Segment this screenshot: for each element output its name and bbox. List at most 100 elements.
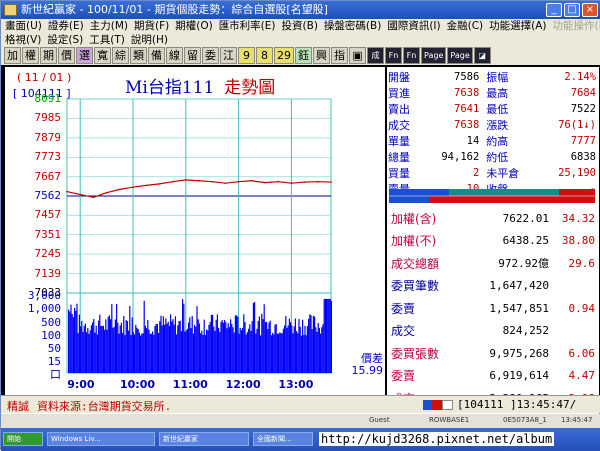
quote-row: 買量 2 未平倉 25,190: [387, 165, 597, 181]
menu-item-1[interactable]: 證券(E): [48, 19, 84, 33]
maximize-button[interactable]: □: [564, 3, 580, 17]
taskbar-button-3[interactable]: 全國新聞...: [253, 432, 313, 446]
toolbar-button-0[interactable]: 加: [4, 46, 21, 64]
toolbar-button-13[interactable]: 9: [238, 46, 255, 64]
volume-bar: [150, 333, 152, 373]
menu-item-6[interactable]: 投資(B): [282, 19, 318, 33]
menu-item-5[interactable]: 匯市利率(E): [219, 19, 276, 33]
volume-bar: [297, 333, 299, 373]
menu-item-4[interactable]: 期權(O): [175, 19, 212, 33]
toolbar-button-15[interactable]: 29: [274, 46, 294, 64]
stats-value: 824,252: [502, 324, 549, 338]
y-tick-label: 7351: [34, 227, 62, 241]
volume-bar: [110, 319, 112, 373]
quote-label: 買量: [388, 167, 410, 180]
volume-bar: [214, 330, 216, 373]
toolbar-button-18[interactable]: 指: [331, 46, 348, 64]
toolbar-button-6[interactable]: 綜: [112, 46, 129, 64]
volume-bar: [207, 330, 209, 373]
taskbar-button-0[interactable]: 開始: [3, 432, 43, 446]
taskbar-button-2[interactable]: 新世紀贏家: [159, 432, 249, 446]
volume-bar: [117, 322, 119, 373]
toolbar-button-1[interactable]: 權: [22, 46, 39, 64]
volume-bar: [249, 324, 251, 373]
volume-bar: [114, 319, 116, 373]
price-point: [92, 196, 95, 199]
toolbar: 加權期價選寬綜類備線留委江 9 8 29 鈺興指 ▣ 成 Fn Fn Page Page ◪: [1, 45, 600, 65]
quote-row: 買進 7638 最高 7684: [387, 85, 597, 101]
menu-item-2[interactable]: 主力(M): [90, 19, 128, 33]
toolbar-button-14[interactable]: 8: [256, 46, 273, 64]
menu-item-8[interactable]: 國際資訊(I): [387, 19, 440, 33]
toolbar-button-4[interactable]: 選: [76, 46, 93, 64]
quote-label: 買進: [388, 87, 410, 100]
volume-bar: [299, 326, 301, 373]
volume-bar: [69, 311, 71, 373]
menu-item-9[interactable]: 金融(C): [447, 19, 484, 33]
toolbar-button-9[interactable]: 線: [166, 46, 183, 64]
toolbar-button-7[interactable]: 類: [130, 46, 147, 64]
toolbar-button-16[interactable]: 鈺: [295, 46, 312, 64]
volume-bar: [167, 321, 169, 373]
stats-label: 委買筆數: [391, 279, 440, 294]
volume-bar: [269, 320, 271, 373]
minimize-button[interactable]: _: [546, 3, 562, 17]
toolbar-button-11[interactable]: 委: [202, 46, 219, 64]
volume-bar: [309, 314, 311, 373]
toolbar-button-20[interactable]: 成: [367, 46, 384, 64]
toolbar-button-3[interactable]: 價: [58, 46, 75, 64]
volume-bar: [262, 319, 264, 373]
toolbar-button-19[interactable]: ▣: [349, 46, 366, 64]
menu-item-7[interactable]: 操盤密碼(B): [324, 19, 381, 33]
volume-bar: [76, 303, 78, 373]
volume-bar: [209, 321, 211, 373]
app-icon: [4, 4, 17, 16]
menu-item-10[interactable]: 功能選擇(A): [489, 19, 546, 33]
volume-bar: [256, 328, 258, 373]
volume-bar: [318, 328, 320, 373]
volume-bar: [264, 322, 266, 373]
volume-bar: [219, 332, 221, 373]
volume-bar: [311, 328, 313, 373]
toolbar-button-17[interactable]: 興: [313, 46, 330, 64]
volume-bar: [158, 332, 160, 373]
price-point: [171, 180, 174, 183]
toolbar-button-8[interactable]: 備: [148, 46, 165, 64]
mode-label[interactable]: 精誠: [7, 398, 29, 414]
toolbar-button-10[interactable]: 留: [184, 46, 201, 64]
volume-bar: [84, 323, 86, 373]
volume-bar: [183, 303, 185, 373]
toolbar-button-5[interactable]: 寬: [94, 46, 111, 64]
y-tick-label: 7457: [34, 208, 62, 222]
volume-bar: [190, 328, 192, 373]
volume-bar: [132, 332, 134, 373]
price-point: [79, 193, 81, 196]
stats-value: 7622.01: [502, 211, 549, 225]
volume-bar: [174, 316, 176, 373]
volume-bar: [286, 327, 288, 373]
toolbar-button-25[interactable]: ◪: [473, 46, 491, 64]
volume-bar: [274, 324, 276, 373]
volume-bar: [194, 324, 196, 373]
toolbar-button-2[interactable]: 期: [40, 46, 57, 64]
volume-bar: [270, 335, 272, 373]
volume-bar: [215, 319, 217, 373]
toolbar-button-22[interactable]: Fn: [403, 46, 420, 64]
toolbar-button-12[interactable]: 江: [220, 46, 237, 64]
toolbar-button-24[interactable]: Page: [447, 46, 473, 64]
taskbar-button-1[interactable]: Windows Liv...: [47, 432, 155, 446]
menu-item-11[interactable]: 功能操作(E): [553, 19, 600, 33]
price-point: [330, 181, 332, 183]
toolbar-button-23[interactable]: Page: [421, 46, 447, 64]
menu-item-0[interactable]: 畫面(U): [5, 19, 42, 33]
menu-item-3[interactable]: 期貨(F): [134, 19, 169, 33]
volume-bar: [120, 322, 122, 373]
volume-bar: [144, 325, 146, 373]
spread-value: 15.99: [351, 364, 384, 377]
volume-bar: [281, 333, 283, 373]
close-button[interactable]: ×: [582, 3, 598, 17]
volume-bar: [275, 324, 277, 373]
volume-bar: [141, 333, 143, 373]
volume-bar: [222, 322, 224, 373]
toolbar-button-21[interactable]: Fn: [385, 46, 402, 64]
